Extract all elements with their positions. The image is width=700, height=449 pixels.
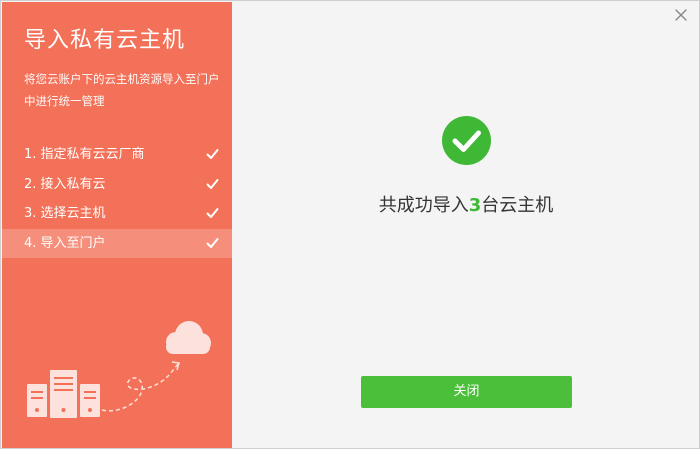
server-cloud-illustration [27,321,211,418]
step-label: 2. 接入私有云 [24,176,106,192]
step-label: 4. 导入至门户 [24,235,106,251]
wizard-steps: 1. 指定私有云云厂商 2. 接入私有云 3. 选择云主机 4. 导入至门户 [2,140,232,258]
step-1: 1. 指定私有云云厂商 [2,140,232,170]
dialog-title: 导入私有云主机 [24,28,186,53]
step-label: 3. 选择云主机 [24,206,106,221]
step-check-icon [206,208,219,218]
imported-count: 3 [468,195,482,216]
import-dialog: 导入私有云主机 将您云账户下的云主机资源导入至门户中进行统一管理 1. 指定私有… [0,0,700,449]
close-icon[interactable] [673,7,689,23]
step-3: 3. 选择云主机 [2,199,232,229]
step-check-icon [206,237,219,248]
dialog-description: 将您云账户下的云主机资源导入至门户中进行统一管理 [24,72,220,108]
close-button[interactable]: 关闭 [361,376,572,408]
cloud-icon [166,321,211,354]
step-2: 2. 接入私有云 [2,170,232,200]
step-label: 1. 指定私有云云厂商 [24,147,145,162]
result-prefix: 共成功导入 [378,195,469,216]
step-4: 4. 导入至门户 [2,228,232,258]
success-check-icon [442,116,491,165]
import-result-message: 共成功导入3台云主机 [232,193,700,219]
step-check-icon [206,178,219,189]
result-suffix: 台云主机 [481,195,554,216]
wizard-sidebar: 导入私有云主机 将您云账户下的云主机资源导入至门户中进行统一管理 1. 指定私有… [2,2,232,448]
step-check-icon [206,149,219,159]
